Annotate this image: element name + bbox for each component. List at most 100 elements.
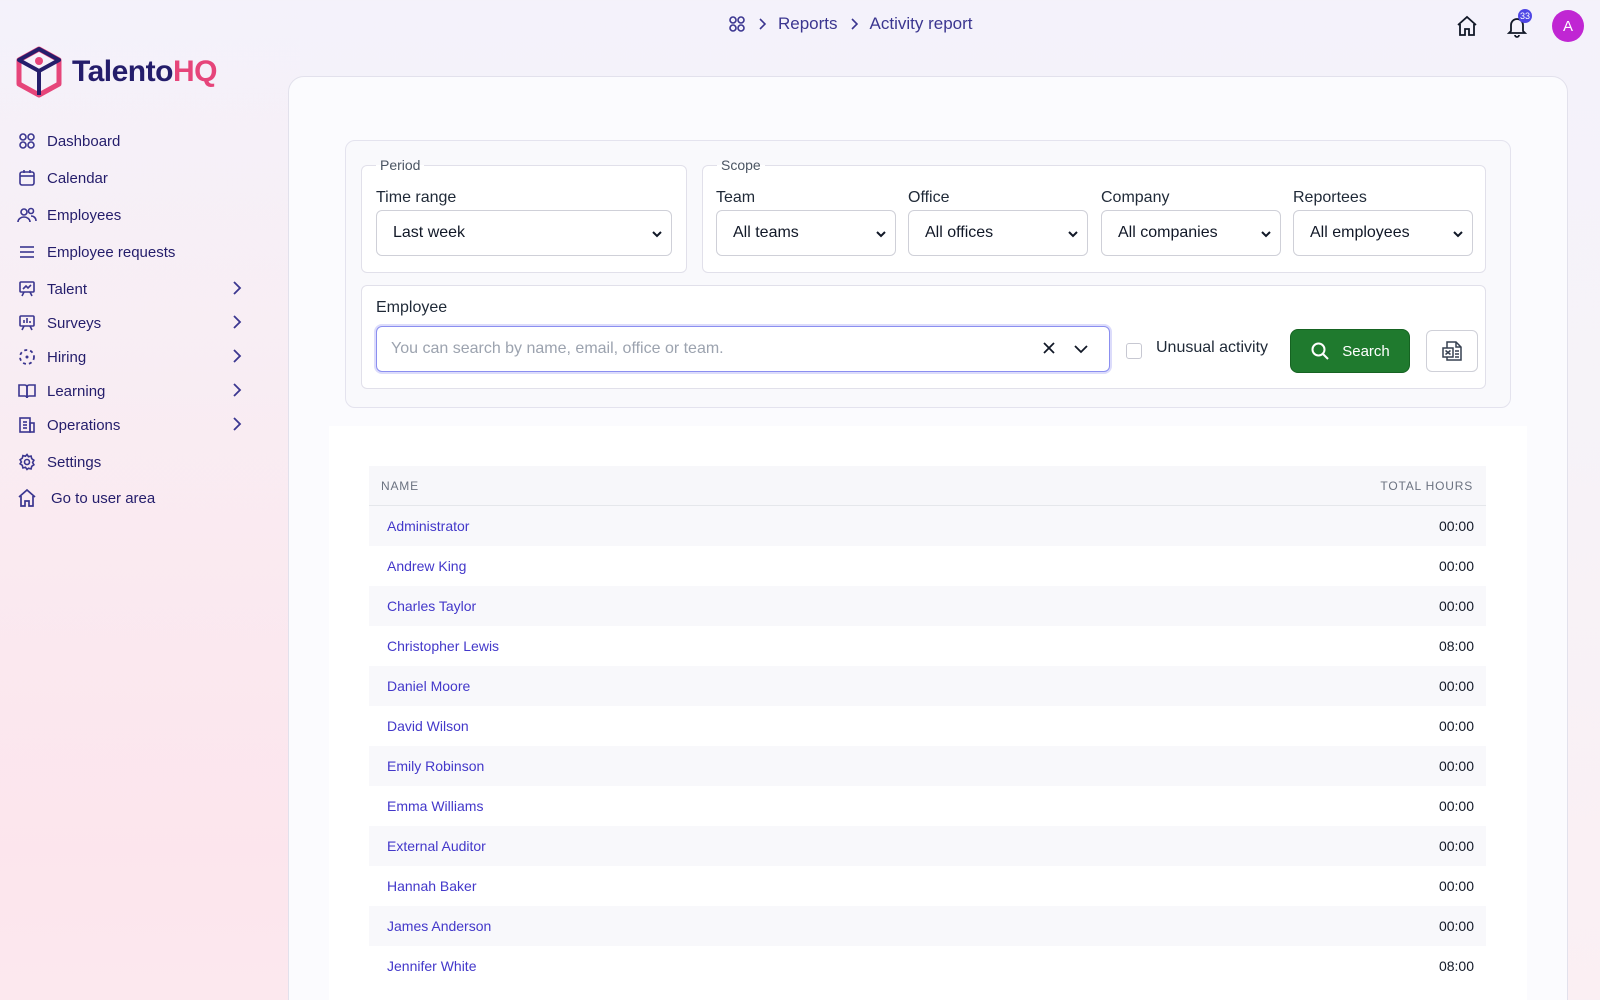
table-row: David Wilson 00:00 [369, 706, 1486, 746]
chevron-down-icon [1260, 227, 1272, 245]
table-row: External Auditor 00:00 [369, 826, 1486, 866]
team-value: All teams [733, 224, 799, 241]
table-row: Christopher Lewis 08:00 [369, 626, 1486, 666]
search-button[interactable]: Search [1290, 329, 1410, 373]
time-range-value: Last week [393, 224, 466, 241]
table-row: Andrew King 00:00 [369, 546, 1486, 586]
table-row: Emily Robinson 00:00 [369, 746, 1486, 786]
employee-name-link[interactable]: Jennifer White [387, 958, 476, 974]
employee-name-link[interactable]: Andrew King [387, 558, 466, 574]
sidebar-item-settings[interactable]: Settings [16, 444, 246, 480]
company-value: All companies [1118, 224, 1218, 241]
building-icon [16, 414, 38, 436]
sidebar-item-go-to-user-area[interactable]: Go to user area [16, 480, 246, 516]
chevron-right-icon [232, 382, 242, 402]
sidebar-item-surveys[interactable]: Surveys [16, 306, 246, 340]
sidebar-item-label: Employee requests [47, 243, 176, 261]
scope-legend: Scope [721, 157, 761, 173]
employee-search-input[interactable]: You can search by name, email, office or… [376, 326, 1110, 372]
employee-name-link[interactable]: Daniel Moore [387, 678, 470, 694]
sidebar-item-hiring[interactable]: Hiring [16, 340, 246, 374]
grid-icon[interactable] [728, 15, 746, 33]
sidebar-item-label: Operations [47, 416, 121, 434]
unusual-activity-label[interactable]: Unusual activity [1156, 339, 1268, 357]
table-row: James Anderson 00:00 [369, 906, 1486, 946]
total-hours: 00:00 [1438, 678, 1474, 694]
total-hours: 00:00 [1438, 878, 1474, 894]
employee-name-link[interactable]: Christopher Lewis [387, 638, 499, 654]
office-label: Office [908, 189, 950, 206]
sidebar: TalentoHQ Dashboard Calendar Employees E… [0, 0, 260, 1000]
sidebar-item-talent[interactable]: Talent [16, 272, 246, 306]
chevron-right-icon [232, 314, 242, 334]
table-row: Hannah Baker 00:00 [369, 866, 1486, 906]
employee-name-link[interactable]: Administrator [387, 518, 469, 534]
team-select[interactable]: All teams [716, 210, 896, 256]
chevron-right-icon [232, 280, 242, 300]
notifications-button[interactable]: 33 [1502, 9, 1532, 41]
activity-table: NAME TOTAL HOURS Administrator 00:00 Andr… [369, 466, 1486, 986]
dotted-circle-icon [16, 346, 38, 368]
total-hours: 08:00 [1438, 638, 1474, 654]
sidebar-item-dashboard[interactable]: Dashboard [16, 126, 246, 156]
employee-name-link[interactable]: James Anderson [387, 918, 491, 934]
main-card: Period Time range Last week Scope Team A… [288, 76, 1568, 1000]
total-hours: 00:00 [1438, 798, 1474, 814]
table-row: Emma Williams 00:00 [369, 786, 1486, 826]
reportees-select[interactable]: All employees [1293, 210, 1473, 256]
employee-name-link[interactable]: Emily Robinson [387, 758, 484, 774]
time-range-select[interactable]: Last week [376, 210, 672, 256]
column-header-name[interactable]: NAME [381, 479, 419, 493]
reportees-value: All employees [1310, 224, 1410, 241]
export-excel-button[interactable] [1426, 330, 1478, 372]
employee-name-link[interactable]: Charles Taylor [387, 598, 476, 614]
employee-name-link[interactable]: Hannah Baker [387, 878, 477, 894]
employee-label: Employee [376, 299, 448, 316]
employee-search-placeholder: You can search by name, email, office or… [391, 340, 724, 357]
office-select[interactable]: All offices [908, 210, 1088, 256]
sidebar-item-operations[interactable]: Operations [16, 408, 246, 442]
company-select[interactable]: All companies [1101, 210, 1281, 256]
column-header-total-hours[interactable]: TOTAL HOURS [1380, 479, 1473, 493]
sidebar-item-employees[interactable]: Employees [16, 200, 246, 230]
unusual-activity-checkbox[interactable] [1126, 343, 1142, 359]
chevron-right-icon [850, 18, 858, 30]
time-range-label: Time range [376, 189, 457, 206]
total-hours: 00:00 [1438, 918, 1474, 934]
chart-board-icon [16, 312, 38, 334]
sidebar-item-label: Hiring [47, 348, 87, 366]
home-icon [16, 487, 38, 509]
home-button[interactable] [1452, 11, 1482, 41]
chevron-down-icon [1452, 227, 1464, 245]
sidebar-item-label: Employees [47, 206, 122, 224]
table-row: Daniel Moore 00:00 [369, 666, 1486, 706]
clear-icon[interactable] [1041, 340, 1057, 361]
total-hours: 00:00 [1438, 558, 1474, 574]
employee-name-link[interactable]: External Auditor [387, 838, 486, 854]
table-row: Charles Taylor 00:00 [369, 586, 1486, 626]
reportees-label: Reportees [1293, 189, 1367, 206]
topbar: Reports Activity report 33 A [0, 0, 1600, 60]
breadcrumb-reports[interactable]: Reports [778, 14, 838, 34]
sidebar-item-employee-requests[interactable]: Employee requests [16, 237, 246, 267]
period-legend: Period [380, 157, 421, 173]
table-row: Administrator 00:00 [369, 506, 1486, 546]
book-icon [16, 380, 38, 402]
sidebar-item-calendar[interactable]: Calendar [16, 163, 246, 193]
calendar-icon [16, 167, 38, 189]
table-header: NAME TOTAL HOURS [369, 466, 1486, 506]
chevron-down-icon[interactable] [1073, 342, 1089, 360]
sidebar-item-label: Go to user area [51, 489, 156, 507]
chevron-right-icon [232, 348, 242, 368]
avatar[interactable]: A [1552, 10, 1584, 42]
employee-name-link[interactable]: Emma Williams [387, 798, 483, 814]
top-actions: 33 A [1452, 9, 1584, 42]
sidebar-item-learning[interactable]: Learning [16, 374, 246, 408]
chevron-right-icon [232, 416, 242, 436]
sidebar-item-label: Dashboard [47, 132, 121, 150]
gear-icon [16, 451, 38, 473]
results-panel: NAME TOTAL HOURS Administrator 00:00 Andr… [329, 426, 1527, 1000]
chevron-right-icon [758, 18, 766, 30]
list-icon [16, 241, 38, 263]
employee-name-link[interactable]: David Wilson [387, 718, 469, 734]
